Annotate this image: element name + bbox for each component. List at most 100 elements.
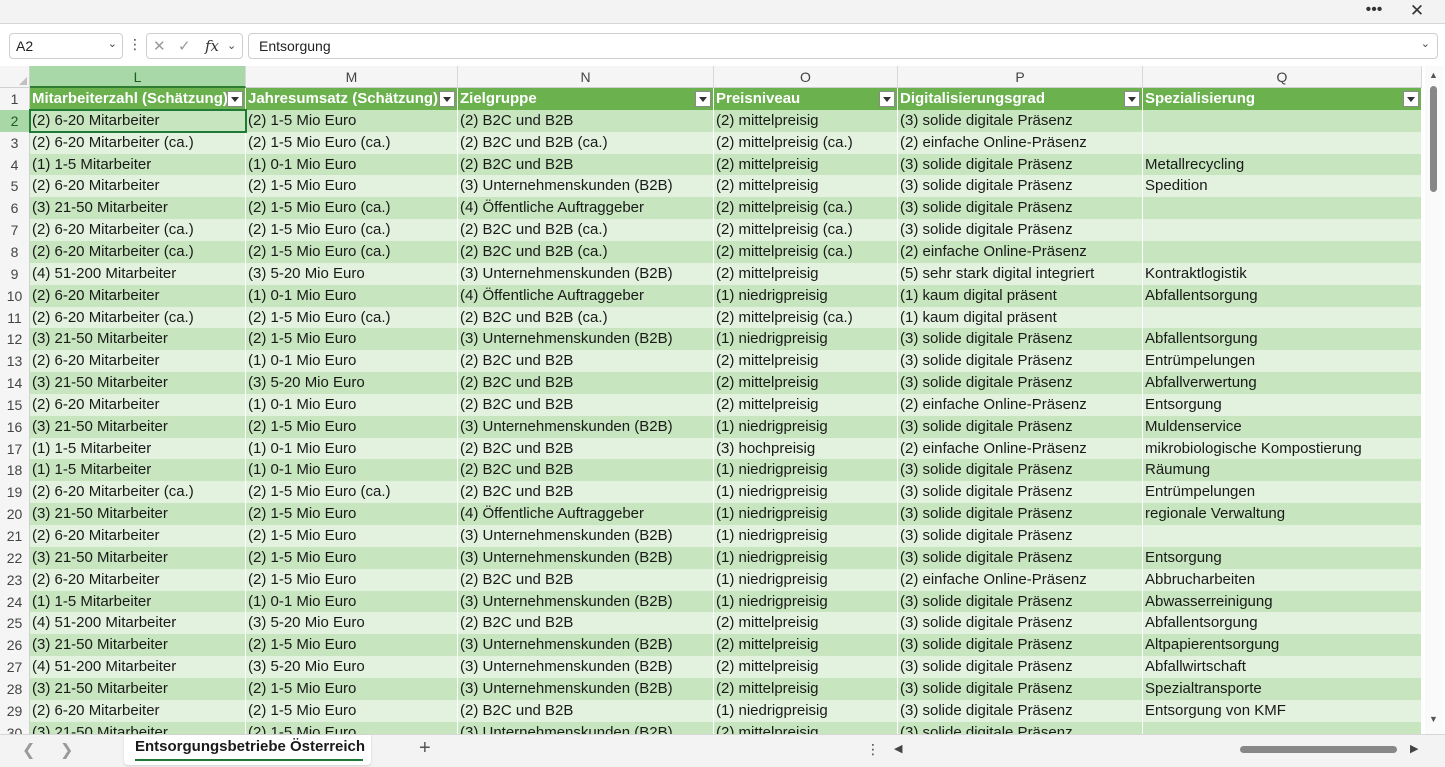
expand-formula-icon[interactable]: ⌄ <box>1421 37 1430 50</box>
table-cell[interactable]: (2) mittelpreisig <box>714 350 898 373</box>
table-cell[interactable]: (2) 1-5 Mio Euro (ca.) <box>246 240 458 263</box>
table-cell[interactable]: (2) 6-20 Mitarbeiter <box>30 393 246 416</box>
filter-dropdown-icon[interactable] <box>1403 91 1419 107</box>
table-cell[interactable]: (2) mittelpreisig <box>714 109 898 132</box>
row-header[interactable]: 8 <box>0 240 30 263</box>
table-cell[interactable]: (3) Unternehmenskunden (B2B) <box>458 677 714 700</box>
column-header-n[interactable]: N <box>458 66 714 88</box>
table-cell[interactable]: Entsorgung von KMF <box>1143 699 1422 722</box>
table-cell[interactable]: (2) B2C und B2B <box>458 459 714 482</box>
table-cell[interactable]: (3) hochpreisig <box>714 437 898 460</box>
row-header[interactable]: 28 <box>0 677 30 700</box>
table-cell[interactable]: (2) 1-5 Mio Euro (ca.) <box>246 219 458 242</box>
table-cell[interactable]: (2) einfache Online-Präsenz <box>898 131 1143 154</box>
table-cell[interactable]: (3) solide digitale Präsenz <box>898 350 1143 373</box>
table-cell[interactable]: (2) B2C und B2B <box>458 612 714 635</box>
row-header[interactable]: 16 <box>0 415 30 438</box>
table-cell[interactable]: (4) 51-200 Mitarbeiter <box>30 612 246 635</box>
filter-dropdown-icon[interactable] <box>227 91 243 107</box>
filter-dropdown-icon[interactable] <box>695 91 711 107</box>
table-cell[interactable]: (2) 6-20 Mitarbeiter <box>30 525 246 547</box>
scroll-right-icon[interactable]: ▶ <box>1410 742 1418 755</box>
table-cell[interactable]: (2) 6-20 Mitarbeiter (ca.) <box>30 306 246 329</box>
table-cell[interactable]: (3) 5-20 Mio Euro <box>246 372 458 395</box>
row-header[interactable]: 26 <box>0 634 30 657</box>
table-cell[interactable] <box>1143 109 1422 132</box>
table-cell[interactable]: (3) 21-50 Mitarbeiter <box>30 415 246 438</box>
row-header[interactable]: 9 <box>0 262 30 285</box>
table-cell[interactable]: (3) solide digitale Präsenz <box>898 481 1143 504</box>
table-header-cell[interactable]: Digitalisierungsgrad <box>898 88 1143 110</box>
table-cell[interactable]: (1) niedrigpreisig <box>714 459 898 482</box>
table-cell[interactable]: (3) 5-20 Mio Euro <box>246 656 458 679</box>
table-cell[interactable]: Abfallentsorgung <box>1143 612 1422 635</box>
table-cell[interactable]: (1) niedrigpreisig <box>714 328 898 351</box>
table-cell[interactable] <box>1143 306 1422 329</box>
table-cell[interactable]: (2) 1-5 Mio Euro (ca.) <box>246 481 458 504</box>
row-header[interactable]: 19 <box>0 481 30 504</box>
table-cell[interactable]: (2) B2C und B2B (ca.) <box>458 131 714 154</box>
column-header-p[interactable]: P <box>898 66 1143 88</box>
vertical-dots-icon[interactable]: ⋮ <box>128 36 142 53</box>
table-cell[interactable]: (3) 21-50 Mitarbeiter <box>30 721 246 734</box>
row-header[interactable]: 22 <box>0 546 30 569</box>
column-header-l[interactable]: L <box>30 66 246 88</box>
row-header[interactable]: 24 <box>0 590 30 613</box>
table-cell[interactable]: (2) 6-20 Mitarbeiter <box>30 109 246 132</box>
column-header-o[interactable]: O <box>714 66 898 88</box>
table-cell[interactable]: (2) B2C und B2B <box>458 372 714 395</box>
table-cell[interactable]: (2) mittelpreisig <box>714 262 898 285</box>
row-header[interactable]: 4 <box>0 153 30 176</box>
table-cell[interactable]: (3) solide digitale Präsenz <box>898 677 1143 700</box>
table-cell[interactable]: (3) Unternehmenskunden (B2B) <box>458 634 714 657</box>
table-cell[interactable]: (2) 6-20 Mitarbeiter <box>30 350 246 373</box>
table-cell[interactable]: (2) mittelpreisig (ca.) <box>714 240 898 263</box>
table-cell[interactable]: (2) 6-20 Mitarbeiter (ca.) <box>30 481 246 504</box>
table-cell[interactable]: Spezialtransporte <box>1143 677 1422 700</box>
table-cell[interactable]: Entrümpelungen <box>1143 350 1422 373</box>
table-cell[interactable]: (2) mittelpreisig (ca.) <box>714 219 898 242</box>
table-cell[interactable]: (3) Unternehmenskunden (B2B) <box>458 590 714 613</box>
table-cell[interactable]: (3) Unternehmenskunden (B2B) <box>458 656 714 679</box>
confirm-icon[interactable]: ✓ <box>178 37 191 55</box>
table-cell[interactable]: (3) solide digitale Präsenz <box>898 612 1143 635</box>
table-cell[interactable]: (4) 51-200 Mitarbeiter <box>30 262 246 285</box>
row-header[interactable]: 21 <box>0 525 30 547</box>
table-cell[interactable]: (1) niedrigpreisig <box>714 590 898 613</box>
table-cell[interactable]: (1) niedrigpreisig <box>714 568 898 591</box>
table-cell[interactable]: (2) 6-20 Mitarbeiter <box>30 568 246 591</box>
table-cell[interactable]: (2) B2C und B2B <box>458 393 714 416</box>
table-cell[interactable]: (1) 0-1 Mio Euro <box>246 590 458 613</box>
table-cell[interactable]: (2) 6-20 Mitarbeiter (ca.) <box>30 219 246 242</box>
row-header[interactable]: 23 <box>0 568 30 591</box>
table-cell[interactable]: (2) einfache Online-Präsenz <box>898 240 1143 263</box>
table-cell[interactable]: (2) 1-5 Mio Euro <box>246 546 458 569</box>
table-cell[interactable]: (2) B2C und B2B <box>458 350 714 373</box>
table-cell[interactable]: (3) 21-50 Mitarbeiter <box>30 328 246 351</box>
vertical-dots-icon[interactable]: ⋮ <box>866 741 880 758</box>
table-cell[interactable]: (2) 6-20 Mitarbeiter <box>30 699 246 722</box>
table-cell[interactable]: (1) 0-1 Mio Euro <box>246 350 458 373</box>
row-header[interactable]: 3 <box>0 131 30 154</box>
table-cell[interactable]: (3) 21-50 Mitarbeiter <box>30 197 246 220</box>
table-cell[interactable]: mikrobiologische Kompostierung <box>1143 437 1422 460</box>
table-cell[interactable]: (4) Öffentliche Auftraggeber <box>458 197 714 220</box>
close-icon[interactable]: ✕ <box>1404 0 1430 22</box>
table-cell[interactable]: (2) B2C und B2B <box>458 699 714 722</box>
table-cell[interactable]: Entsorgung <box>1143 393 1422 416</box>
vertical-scroll-thumb[interactable] <box>1430 86 1437 192</box>
table-cell[interactable]: (3) Unternehmenskunden (B2B) <box>458 546 714 569</box>
table-cell[interactable]: Altpapierentsorgung <box>1143 634 1422 657</box>
table-cell[interactable]: (2) 1-5 Mio Euro <box>246 175 458 198</box>
table-cell[interactable]: (4) Öffentliche Auftraggeber <box>458 284 714 307</box>
table-cell[interactable]: Kontraktlogistik <box>1143 262 1422 285</box>
more-options-icon[interactable]: ••• <box>1360 0 1388 22</box>
table-cell[interactable]: Spedition <box>1143 175 1422 198</box>
table-cell[interactable]: (3) solide digitale Präsenz <box>898 175 1143 198</box>
table-cell[interactable]: (2) 6-20 Mitarbeiter (ca.) <box>30 131 246 154</box>
table-cell[interactable]: (2) mittelpreisig <box>714 721 898 734</box>
table-cell[interactable]: (2) B2C und B2B <box>458 437 714 460</box>
table-cell[interactable]: (2) 1-5 Mio Euro (ca.) <box>246 131 458 154</box>
table-cell[interactable]: (1) 0-1 Mio Euro <box>246 284 458 307</box>
table-cell[interactable]: (2) B2C und B2B (ca.) <box>458 219 714 242</box>
